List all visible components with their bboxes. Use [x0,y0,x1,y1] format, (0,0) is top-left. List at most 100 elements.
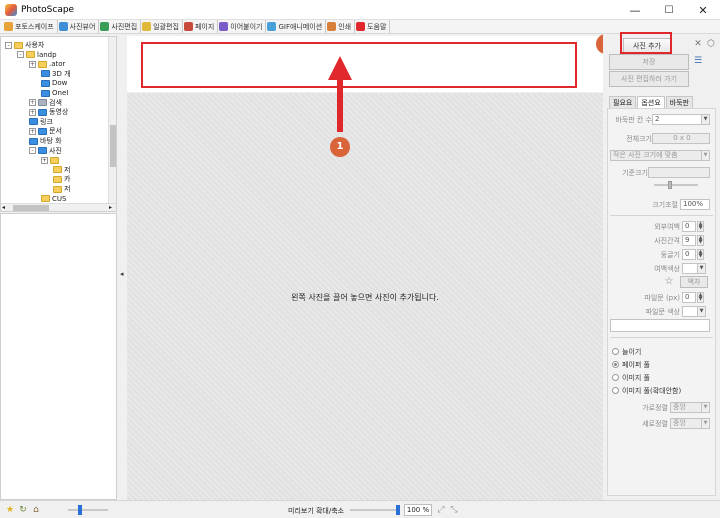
tab-viewer[interactable]: 사진뷰어 [58,20,100,33]
scale-field[interactable]: 100% [680,199,710,210]
folder-icon [29,137,38,145]
frame-color-picker[interactable]: ▼ [682,306,706,317]
tree-hscroll-thumb[interactable] [13,205,49,211]
tree-item[interactable]: CUS [41,194,66,204]
actual-size-icon[interactable]: ⤡ [449,505,459,515]
expand-icon[interactable]: + [41,156,48,164]
scroll-right-icon[interactable]: ▸ [109,204,112,211]
tree-item[interactable]: + 검색 [29,98,62,108]
frame-effect-button[interactable]: 액자 [680,276,708,288]
zoom-value-field[interactable]: 100 % [404,504,432,516]
favorite-star-icon[interactable]: ★ [5,505,15,515]
round-spinner[interactable]: ▲ ▼ [697,249,704,260]
save-button[interactable]: 저장 [609,54,689,70]
outer-margin-spinner[interactable]: ▲ ▼ [697,221,704,232]
tree-item[interactable]: + [41,155,61,165]
chevron-down-icon[interactable]: ▼ [697,307,705,316]
zoom-slider-knob[interactable] [396,505,400,515]
star-icon[interactable]: ☆ [664,277,674,287]
chevron-down-icon[interactable]: ▼ [701,151,709,160]
folder-tree[interactable]: ◂ ▸ - 사용자 - landp + .ator 3D 개 Dow OneI + 검색 + 동영상 링크… [0,36,117,212]
tab-required[interactable]: 필요요 [609,96,637,108]
tab-grid[interactable]: 바둑판 [665,96,693,108]
tree-item[interactable]: + 동영상 [29,107,68,117]
fit-screen-icon[interactable]: ⤢ [436,505,446,515]
outer-margin-label: 외부여백 [654,223,680,231]
fill-mode-radio[interactable] [612,387,619,394]
thumbnail-size-slider[interactable] [68,509,108,511]
expand-icon[interactable]: + [29,60,36,68]
thumbnail-size-knob[interactable] [78,505,82,515]
margin-color-picker[interactable]: ▼ [682,263,706,274]
collapse-arrow-icon[interactable]: ◂ [120,270,124,278]
fill-mode-radio[interactable] [612,361,619,368]
tree-item[interactable]: + 문서 [29,126,62,136]
collapse-icon[interactable]: - [17,51,24,59]
minimize-button[interactable]: — [618,0,652,20]
tab-batch[interactable]: 일괄편집 [141,20,183,33]
expand-icon[interactable]: + [29,127,36,135]
spacing-spinner[interactable]: ▲ ▼ [697,235,704,246]
tree-item[interactable]: 링크 [29,117,53,127]
h-align-dropdown[interactable]: 중앙 ▼ [670,402,710,413]
tab-options[interactable]: 옵션요 [637,96,665,108]
panel-splitter[interactable]: ◂ [118,36,126,500]
tree-item[interactable]: + .ator [29,59,65,69]
list-view-icon[interactable]: ☰ [693,56,703,66]
outer-margin-input[interactable]: 0 [682,221,696,232]
folder-open-icon[interactable]: ⌂ [31,505,41,515]
frame-line-input[interactable]: 0 [682,292,696,303]
frame-line-spinner[interactable]: ▲ ▼ [697,292,704,303]
tree-item[interactable]: 저 [53,165,70,175]
tree-item[interactable]: 바탕 화 [29,136,62,146]
tab-help[interactable]: 도움말 [355,20,391,33]
tree-item[interactable]: OneI [41,88,68,98]
expand-icon[interactable]: + [29,108,36,116]
tree-item[interactable]: 카 [53,174,70,184]
close-button[interactable]: ✕ [686,0,720,20]
collapse-icon[interactable]: - [5,41,12,49]
tree-item[interactable]: 3D 개 [41,69,71,79]
tree-vertical-scrollbar[interactable] [108,37,116,203]
base-size-slider-knob[interactable] [668,181,672,189]
chevron-down-icon[interactable]: ▼ [701,403,709,412]
tab-combine[interactable]: 이어붙이기 [218,20,267,33]
tab-gif[interactable]: GIF애니메이션 [266,20,327,33]
fill-mode-radio[interactable] [612,348,619,355]
zoom-slider[interactable] [350,509,400,511]
preview-canvas[interactable]: 왼쪽 사진을 끌어 놓으면 사진이 추가됩니다. [127,93,603,500]
collapse-icon[interactable]: - [29,147,36,155]
tree-item[interactable]: 저 [53,184,70,194]
clear-trash-icon[interactable]: ⬡ [706,39,716,49]
tree-item-label: 바탕 화 [40,137,62,145]
spacing-input[interactable]: 9 [682,235,696,246]
chevron-down-icon[interactable]: ▼ [701,115,709,124]
tab-page[interactable]: 페이지 [183,20,219,33]
chevron-down-icon[interactable]: ▼ [701,419,709,428]
expand-icon[interactable]: + [29,99,36,107]
base-size-field[interactable] [648,167,710,178]
divider [610,337,713,338]
tree-item[interactable]: Dow [41,78,67,88]
scroll-left-icon[interactable]: ◂ [2,204,5,211]
round-input[interactable]: 0 [682,249,696,260]
rotate-icon[interactable]: ↻ [18,505,28,515]
v-align-dropdown[interactable]: 중앙 ▼ [670,418,710,429]
tab-home[interactable]: 포토스케이프 [3,20,58,33]
tab-print[interactable]: 인쇄 [326,20,356,33]
go-to-editor-button[interactable]: 사진 편집하러 가기 [609,71,689,87]
tree-item[interactable]: - landp [17,50,57,60]
maximize-button[interactable]: ☐ [652,0,686,20]
tab-editor[interactable]: 사진편집 [99,20,142,33]
grid-rows-dropdown[interactable]: 2 ▼ [652,114,710,125]
base-size-slider[interactable] [654,184,698,186]
tree-item[interactable]: - 사진 [29,146,62,156]
tree-vscroll-thumb[interactable] [110,125,116,167]
remove-x-icon[interactable]: ✕ [693,39,703,49]
tree-item[interactable]: - 사용자 [5,40,44,50]
fill-mode-radio[interactable] [612,374,619,381]
file-thumbnail-list[interactable] [0,213,117,500]
chevron-down-icon[interactable]: ▼ [697,264,705,273]
fit-mode-dropdown[interactable]: 작은 사진 크기에 맞춤 ▼ [610,150,710,161]
tree-horizontal-scrollbar[interactable]: ◂ ▸ [1,203,116,211]
